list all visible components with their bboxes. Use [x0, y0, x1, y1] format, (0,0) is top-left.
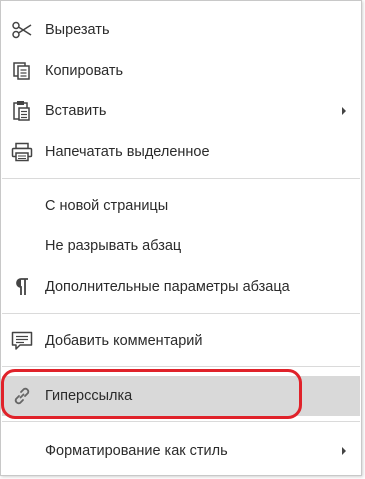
comment-icon [10, 330, 34, 352]
menu-item-keep-lines-together[interactable]: Не разрывать абзац [2, 231, 360, 261]
printer-icon [10, 141, 34, 163]
menu-item-page-break-before[interactable]: С новой страницы [2, 191, 360, 221]
menu-item-label: С новой страницы [45, 198, 169, 214]
context-menu: Вырезать Копировать Вставить Напечатать … [0, 0, 362, 476]
menu-item-paragraph-advanced[interactable]: Дополнительные параметры абзаца [2, 272, 360, 302]
menu-item-label: Гиперссылка [45, 388, 133, 404]
menu-item-print-selection[interactable]: Напечатать выделенное [2, 137, 360, 167]
menu-item-label: Добавить комментарий [45, 333, 203, 349]
menu-item-paste[interactable]: Вставить [2, 96, 360, 126]
menu-separator [2, 178, 360, 179]
paragraph-icon [10, 276, 34, 298]
menu-item-format-as-style[interactable]: Форматирование как стиль [2, 436, 360, 466]
menu-separator [2, 421, 360, 422]
menu-item-label: Не разрывать абзац [45, 238, 182, 254]
menu-item-label: Напечатать выделенное [45, 144, 210, 160]
menu-item-cut[interactable]: Вырезать [2, 15, 360, 45]
menu-item-label: Копировать [45, 63, 124, 79]
menu-item-copy[interactable]: Копировать [2, 56, 360, 86]
submenu-arrow-icon [342, 107, 346, 115]
menu-item-label: Дополнительные параметры абзаца [45, 279, 290, 295]
submenu-arrow-icon [342, 447, 346, 455]
menu-item-label: Вырезать [45, 22, 110, 38]
link-icon [10, 385, 34, 407]
menu-separator [2, 313, 360, 314]
menu-item-label: Форматирование как стиль [45, 443, 228, 459]
scissors-icon [10, 19, 34, 41]
menu-separator [2, 366, 360, 367]
paste-icon [10, 100, 34, 122]
copy-icon [10, 60, 34, 82]
menu-item-hyperlink[interactable]: Гиперссылка [2, 376, 360, 416]
menu-item-label: Вставить [45, 103, 107, 119]
menu-item-add-comment[interactable]: Добавить комментарий [2, 326, 360, 356]
